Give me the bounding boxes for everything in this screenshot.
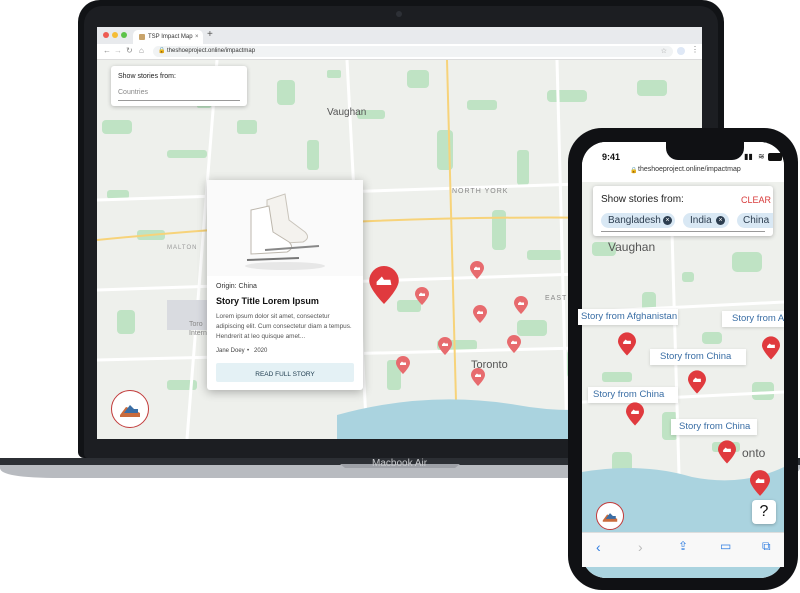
story-label-text: Story from Afghanistan [581, 311, 678, 322]
chip-remove-icon[interactable]: × [663, 216, 672, 225]
logo-shoes-icon [120, 405, 140, 417]
story-origin: Origin: China [216, 283, 257, 290]
phone-map-pin[interactable] [718, 440, 736, 464]
story-label-text: Story from China [679, 421, 751, 432]
country-filter-panel: Show stories from: Countries [111, 66, 247, 106]
laptop-camera [396, 11, 402, 17]
bookmark-star-icon[interactable]: ☆ [661, 46, 667, 57]
story-label-china[interactable]: Story from China [588, 387, 678, 403]
browser-tab-bar: TSP Impact Map × + [97, 27, 702, 44]
map-label-malton: MALTON [167, 245, 198, 251]
story-label-china[interactable]: Story from China [671, 419, 757, 435]
phone-map-label-vaughan: Vaughan [608, 240, 656, 254]
address-bar[interactable]: 🔒 theshoeproject.online/impactmap ☆ [153, 46, 673, 57]
map-pin[interactable] [396, 356, 410, 374]
phone-lock-icon: 🔒 [630, 168, 638, 174]
tabs-icon[interactable]: ⧉ [762, 539, 771, 554]
back-chevron-icon[interactable]: ‹ [596, 539, 601, 555]
battery-icon [768, 153, 782, 161]
profile-avatar[interactable] [677, 47, 685, 55]
help-label: ? [759, 503, 769, 520]
story-year: 2020 [254, 348, 268, 354]
phone-map-pin[interactable] [750, 470, 770, 496]
clear-filter-button[interactable]: CLEAR [741, 195, 771, 205]
share-icon[interactable]: ⇪ [678, 539, 688, 553]
story-image-skates [207, 180, 363, 276]
chip-label: China [743, 215, 770, 226]
story-author: Jane Doey [216, 348, 245, 354]
tab-title: TSP Impact Map [148, 34, 193, 40]
story-meta-separator: • [247, 348, 250, 354]
bookmarks-icon[interactable]: ▭ [720, 539, 731, 553]
reload-icon[interactable]: ↻ [126, 46, 133, 55]
countries-placeholder: Countries [118, 89, 148, 96]
map-pin[interactable] [507, 335, 521, 353]
chip-label: Bangladesh [608, 215, 661, 226]
help-button[interactable]: ? [752, 500, 776, 524]
phone-map-pin[interactable] [688, 370, 706, 394]
story-label-text: Story from China [660, 351, 732, 362]
story-label-cutoff[interactable]: Story from A [722, 311, 784, 327]
close-window-button[interactable] [103, 32, 109, 38]
countries-input[interactable]: Countries [118, 86, 240, 101]
country-chip-bangladesh[interactable]: Bangladesh × [601, 213, 675, 228]
menu-kebab-icon[interactable]: ⋮ [691, 45, 699, 54]
story-title: Story Title Lorem Ipsum [216, 296, 319, 306]
read-full-story-label: READ FULL STORY [255, 371, 315, 378]
wifi-icon: ≋ [758, 152, 765, 161]
phone-notch [666, 142, 744, 160]
map-label-east: EAST [545, 295, 568, 302]
map-pin[interactable] [415, 287, 429, 305]
story-label-text: Story from A [732, 313, 785, 324]
safari-bottom-toolbar: ‹ › ⇪ ▭ ⧉ [582, 532, 784, 567]
phone-time: 9:41 [602, 152, 621, 162]
browser-tab[interactable]: TSP Impact Map × [133, 30, 203, 44]
phone-country-filter-panel: Show stories from: CLEAR Bangladesh × In… [593, 186, 773, 236]
story-preview-card: Origin: China Story Title Lorem Ipsum Lo… [207, 180, 363, 390]
chip-label: India [690, 215, 712, 226]
forward-arrow-icon[interactable]: → [114, 46, 122, 55]
browser-toolbar: ← → ↻ ⌂ 🔒 theshoeproject.online/impactma… [97, 44, 702, 60]
shoe-project-logo[interactable] [111, 390, 149, 428]
map-pin[interactable] [470, 261, 484, 279]
map-pin[interactable] [438, 337, 452, 355]
map-pin[interactable] [471, 368, 485, 386]
forward-chevron-icon[interactable]: › [638, 539, 643, 555]
map-label-airport: Toro Intern [189, 321, 207, 337]
phone-map-pin[interactable] [626, 402, 644, 426]
new-tab-button[interactable]: + [207, 28, 213, 42]
laptop-model-label: Macbook Air [372, 458, 428, 469]
map-pin[interactable] [514, 296, 528, 314]
chip-remove-icon[interactable]: × [716, 216, 725, 225]
map-pin-selected[interactable] [369, 266, 399, 304]
map-label-vaughan: Vaughan [327, 107, 367, 118]
minimize-window-button[interactable] [112, 32, 118, 38]
story-label-afghanistan[interactable]: Story from Afghanistan [578, 309, 678, 325]
phone-map-pin[interactable] [762, 336, 780, 360]
country-chip-china[interactable]: China [737, 213, 773, 228]
phone-filter-title: Show stories from: [601, 194, 684, 205]
read-full-story-button[interactable]: READ FULL STORY [216, 363, 354, 382]
maximize-window-button[interactable] [121, 32, 127, 38]
story-label-text: Story from China [593, 389, 665, 400]
phone-map-pin[interactable] [618, 332, 636, 356]
story-excerpt: Lorem ipsum dolor sit amet, consectetur … [216, 313, 352, 340]
country-chip-india[interactable]: India × [683, 213, 729, 228]
signal-icon: ▮▮ [744, 152, 753, 161]
filter-underline [601, 231, 765, 232]
map-pin[interactable] [473, 305, 487, 323]
filter-title: Show stories from: [118, 73, 176, 80]
phone-address-text[interactable]: theshoeproject.online/impactmap [638, 166, 741, 173]
phone-shoe-project-logo[interactable] [596, 502, 624, 530]
logo-shoes-icon [602, 513, 618, 522]
back-arrow-icon[interactable]: ← [103, 46, 111, 55]
map-label-north-york: NORTH YORK [452, 188, 509, 195]
tab-close-icon[interactable]: × [195, 30, 199, 44]
lock-icon: 🔒 [158, 48, 166, 54]
story-label-china[interactable]: Story from China [650, 349, 746, 365]
home-icon[interactable]: ⌂ [139, 46, 144, 55]
favicon-icon [139, 34, 145, 40]
phone-map-label-toronto: onto [742, 446, 766, 460]
address-text: theshoeproject.online/impactmap [167, 48, 256, 54]
